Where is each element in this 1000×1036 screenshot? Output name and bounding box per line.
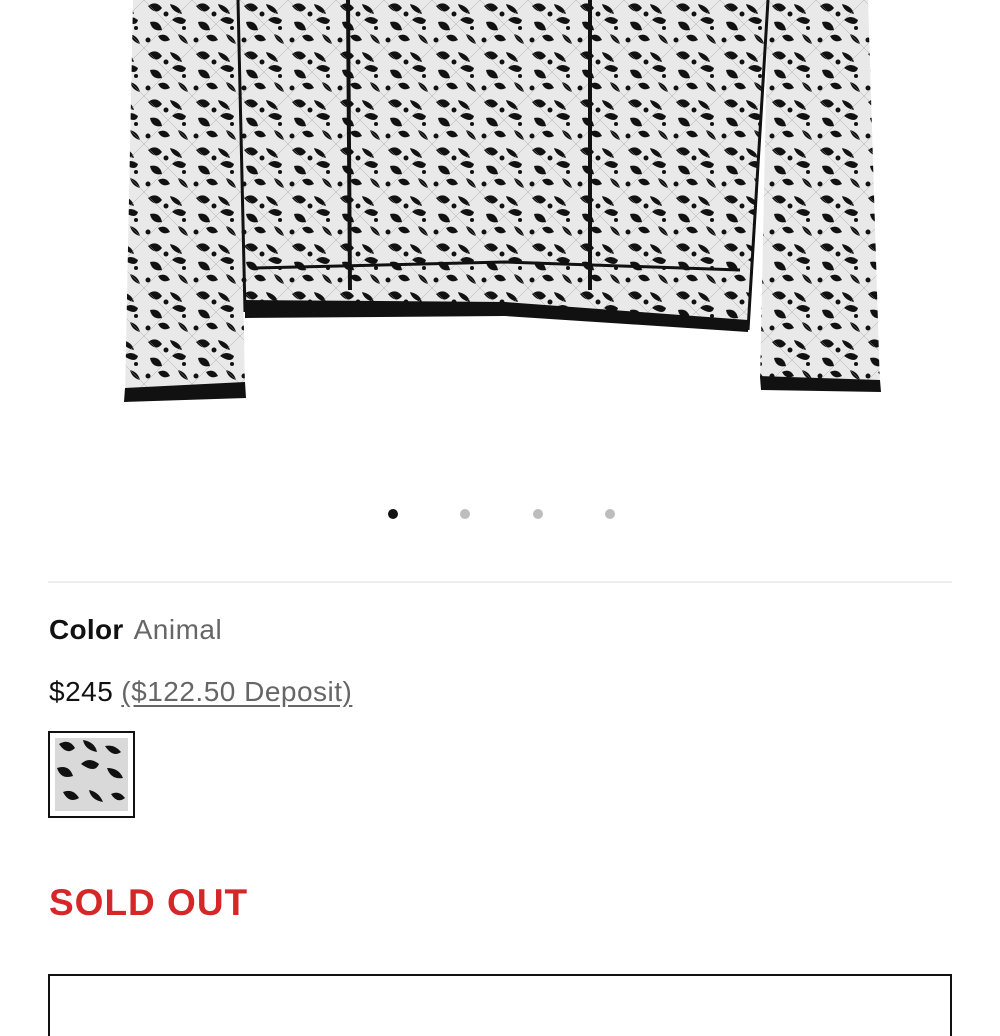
sold-out-status: SOLD OUT: [49, 882, 249, 923]
color-value: Animal: [133, 614, 223, 645]
jacket-illustration: [124, 0, 881, 402]
swatch-pattern: [55, 738, 128, 811]
color-swatch-animal[interactable]: [48, 731, 135, 818]
carousel-dot-1[interactable]: [388, 509, 398, 519]
price: $245: [49, 676, 114, 707]
price-row: $245 ($122.50 Deposit): [49, 672, 352, 712]
color-row: Color Animal: [49, 610, 222, 650]
section-divider: [48, 581, 952, 583]
carousel-dot-2[interactable]: [460, 509, 470, 519]
carousel-dot-4[interactable]: [605, 509, 615, 519]
deposit-link[interactable]: ($122.50 Deposit): [121, 676, 352, 707]
image-carousel-indicator: [0, 507, 1000, 521]
color-label: Color: [49, 614, 124, 645]
product-image[interactable]: [0, 0, 1000, 470]
carousel-dot-3[interactable]: [533, 509, 543, 519]
bottom-action-box[interactable]: [48, 974, 952, 1036]
